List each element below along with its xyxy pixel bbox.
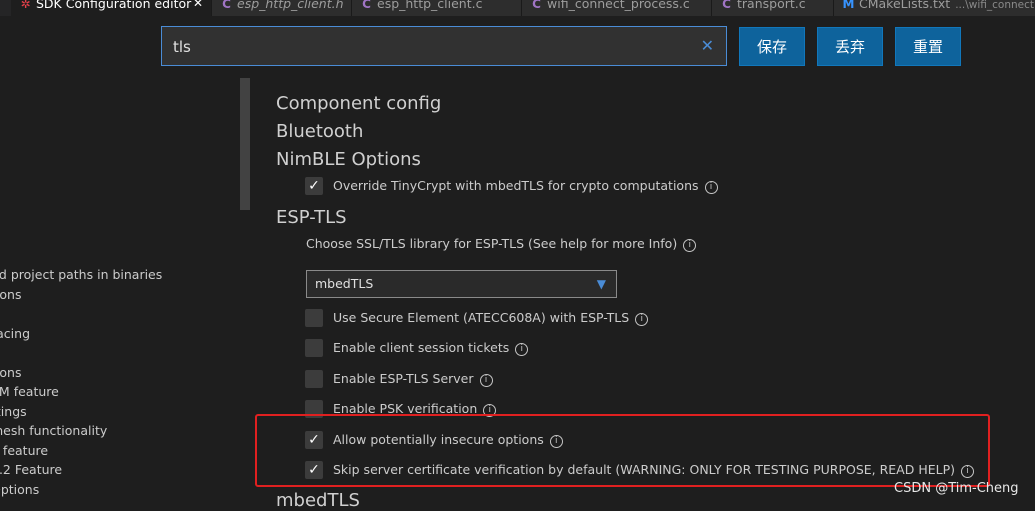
sidebar-item[interactable]: mesh functionality (0, 423, 107, 438)
sidebar-item[interactable]: tions (0, 365, 21, 380)
info-icon[interactable]: i (683, 239, 697, 252)
cmake-icon: M (842, 0, 855, 11)
save-button[interactable]: 保存 (739, 27, 805, 66)
tinycrypt-checkbox[interactable]: ✓ (305, 177, 323, 195)
watermark: CSDN @Tim-Cheng (894, 481, 1019, 496)
settings-icon: ✲ (20, 0, 31, 11)
tab-esp-http-client-c[interactable]: Cesp_http_client.c (352, 0, 522, 16)
sidebar-item[interactable]: 5 feature (0, 443, 48, 458)
search-input[interactable] (162, 27, 695, 67)
ssl-library-select[interactable]: mbedTLS ▼ (306, 270, 617, 298)
heading-nimble-options: NimBLE Options (276, 149, 421, 170)
heading-mbedtls: mbedTLS (276, 490, 360, 511)
sidebar-item[interactable]: tions (0, 287, 21, 302)
secure-element-checkbox[interactable] (305, 309, 323, 327)
sidebar-item[interactable]: nd project paths in binaries (0, 267, 162, 282)
reset-button[interactable]: 重置 (895, 27, 961, 66)
tls-server-checkbox[interactable] (305, 370, 323, 388)
sidebar-tree: n nd project paths in binaries tions rac… (0, 90, 240, 507)
tab-sdk-config[interactable]: ✲ SDK Configuration editor ✕ (11, 0, 212, 16)
heading-bluetooth: Bluetooth (276, 121, 364, 142)
c-file-icon: C (722, 0, 731, 11)
sidebar-item[interactable]: ttings (0, 404, 27, 419)
heading-component-config: Component config (276, 93, 442, 114)
c-file-icon: C (532, 0, 541, 11)
info-icon[interactable]: i (635, 313, 649, 326)
choose-library-label: Choose SSL/TLS library for ESP-TLS (See … (306, 236, 697, 252)
sidebar-item[interactable]: SM feature (0, 384, 59, 399)
close-icon[interactable]: ✕ (701, 36, 714, 55)
sidebar-item[interactable]: 5.2 Feature (0, 462, 62, 477)
chevron-down-icon: ▼ (596, 277, 606, 291)
tab-cmakelists[interactable]: M CMakeLists.txt ...\wifi_connect (834, 0, 1035, 16)
c-file-icon: C (222, 0, 231, 11)
scrollbar-thumb[interactable] (240, 78, 250, 210)
info-icon[interactable]: i (479, 374, 493, 387)
search-box: ✕ (161, 26, 727, 67)
discard-button[interactable]: 丢弃 (817, 27, 883, 66)
heading-esp-tls: ESP-TLS (276, 207, 347, 228)
info-icon[interactable]: i (515, 343, 529, 356)
tab-bar: ✲ SDK Configuration editor ✕ Cesp_http_cl… (0, 0, 1035, 16)
c-file-icon: C (362, 0, 371, 11)
info-icon[interactable]: i (704, 181, 718, 194)
tab-wifi-connect-process[interactable]: Cwifi_connect_process.c (522, 0, 712, 16)
highlight-box (255, 414, 990, 487)
session-tickets-checkbox[interactable] (305, 339, 323, 357)
sidebar-item[interactable]: Options (0, 482, 39, 497)
tab-esp-http-client-h[interactable]: Cesp_http_client.h (212, 0, 352, 16)
tab-transport-c[interactable]: Ctransport.c (712, 0, 834, 16)
close-icon[interactable]: ✕ (193, 0, 203, 12)
sidebar-item[interactable]: racing (0, 326, 30, 341)
